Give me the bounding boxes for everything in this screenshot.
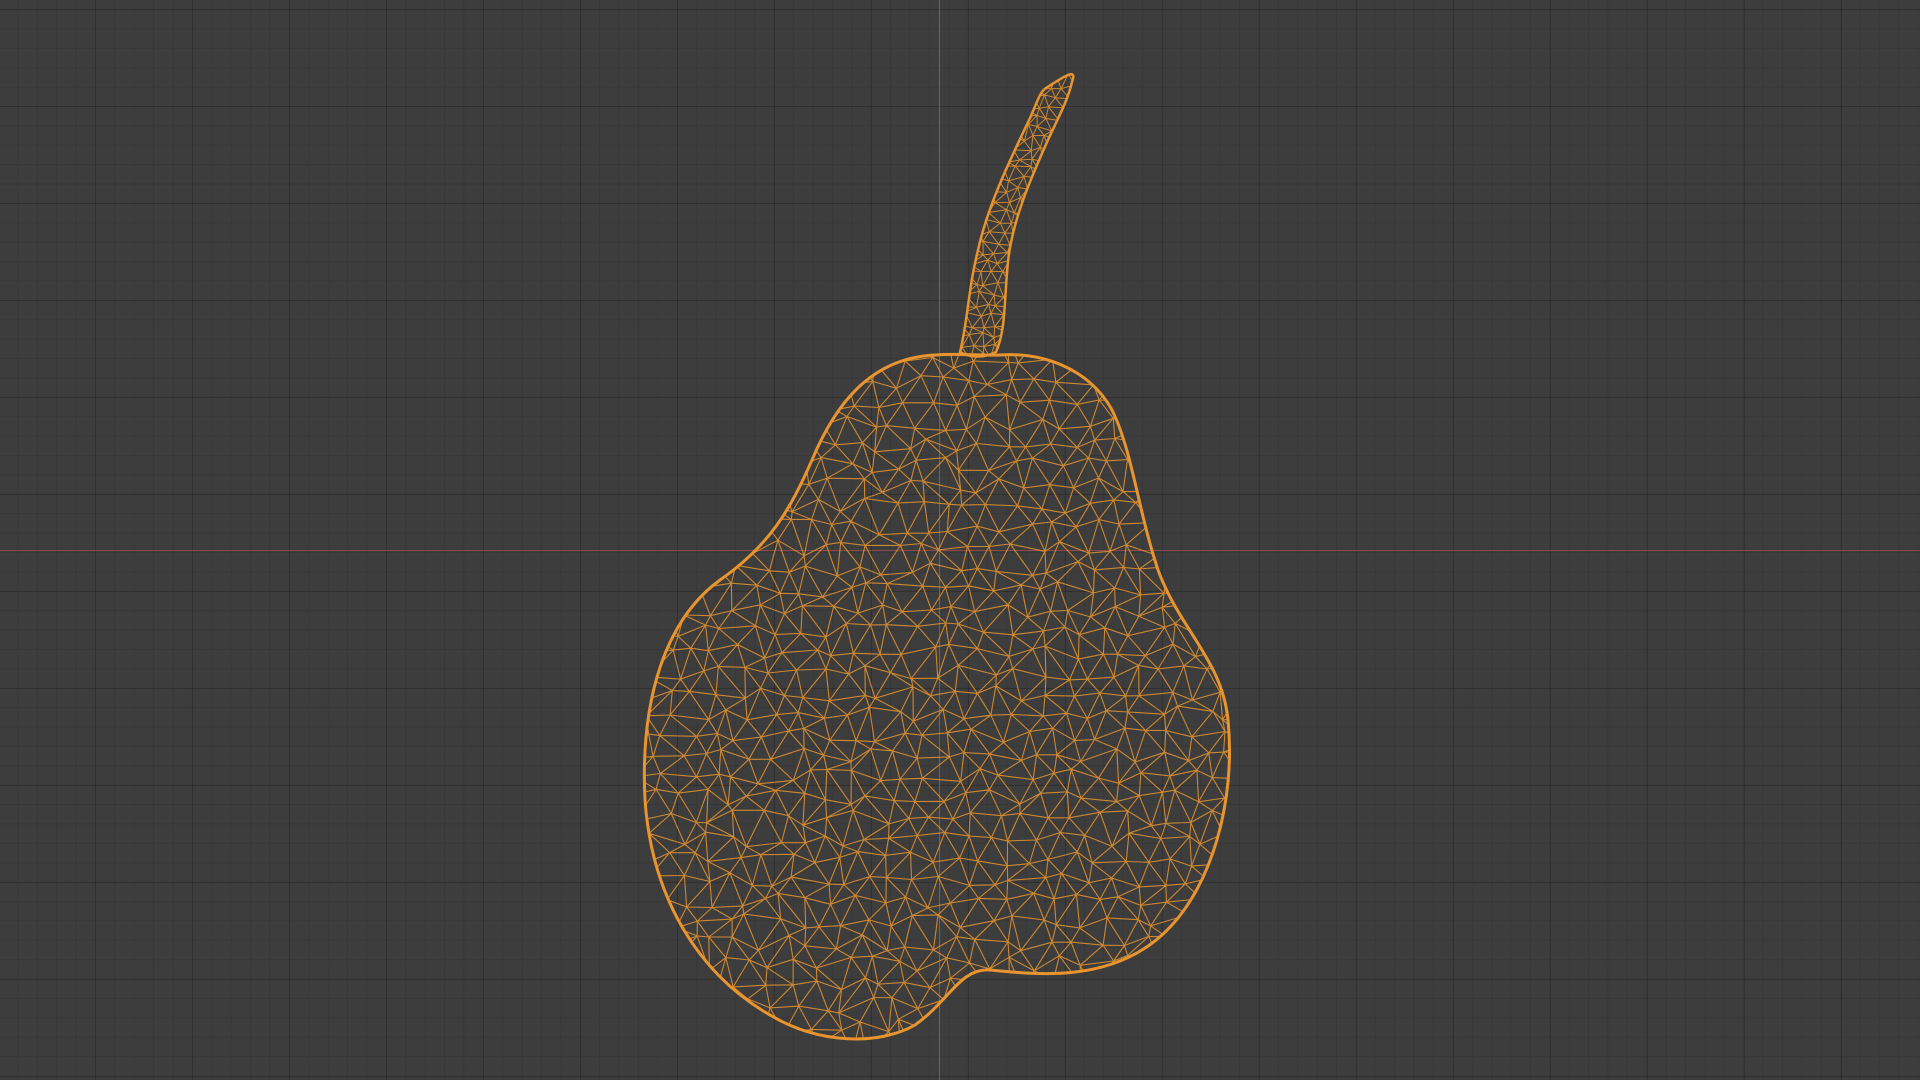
pear-stem-wires xyxy=(960,74,1074,357)
wire-triangles xyxy=(644,354,1230,1039)
3d-viewport[interactable] xyxy=(0,0,1920,1080)
pear-body-wires xyxy=(644,354,1230,1039)
pear-wireframe-mesh[interactable] xyxy=(0,0,1920,1080)
wire-triangles xyxy=(960,74,1074,357)
